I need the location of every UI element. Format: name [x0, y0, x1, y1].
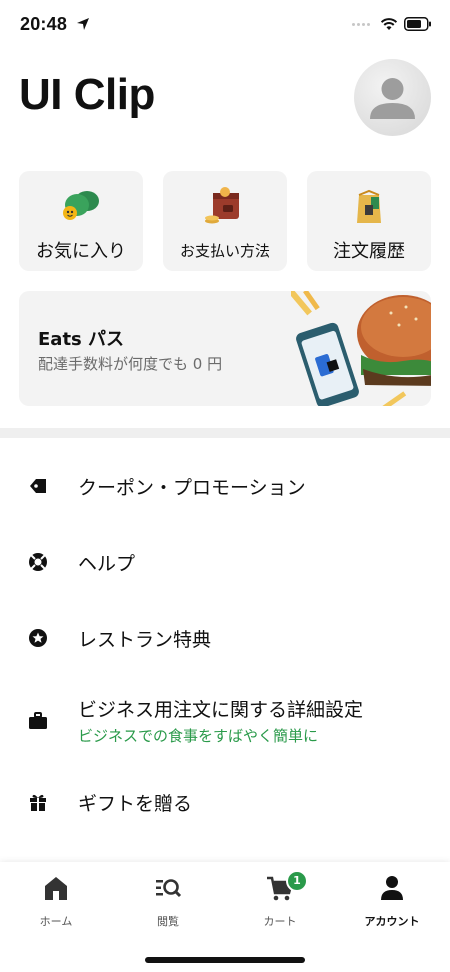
status-bar: 20:48 — [0, 0, 450, 50]
tab-account-label: アカウント — [364, 915, 420, 928]
avatar[interactable] — [354, 59, 431, 136]
tab-cart[interactable]: 1 カート — [224, 870, 336, 930]
account-screen: 20:48 UI Clip お気に入り お支払い方法 注文履歴 Eats パス … — [0, 0, 450, 972]
bottom-tab-bar: ホーム 閲覧 1 カート アカウント — [0, 862, 450, 972]
status-indicators — [352, 17, 432, 31]
payment-methods-label: お支払い方法 — [179, 242, 270, 260]
menu-item-label: クーポン・プロモーション — [78, 477, 306, 499]
menu-item-label: ヘルプ — [78, 553, 136, 575]
location-arrow-icon — [77, 18, 89, 30]
tab-home-label: ホーム — [39, 915, 73, 928]
gift-icon — [30, 794, 46, 811]
tag-icon — [30, 479, 46, 493]
eats-pass-title: Eats パス — [38, 329, 125, 350]
lifebuoy-icon — [29, 553, 47, 571]
menu-item-business[interactable]: ビジネス用注文に関する詳細設定 ビジネスでの食事をすばやく簡単に — [0, 693, 450, 749]
tab-browse[interactable]: 閲覧 — [112, 870, 224, 930]
order-history-tile[interactable]: 注文履歴 — [307, 171, 431, 271]
menu-item-coupons[interactable]: クーポン・プロモーション — [0, 467, 450, 507]
favorites-icon — [63, 191, 99, 220]
tab-account[interactable]: アカウント — [336, 870, 448, 930]
browse-icon — [156, 879, 182, 898]
signal-icon — [352, 22, 370, 26]
menu-item-label: ギフトを贈る — [78, 793, 193, 815]
eats-pass-illustration — [291, 291, 431, 406]
eats-pass-subtitle: 配達手数料が何度でも 0 円 — [38, 355, 223, 373]
tab-browse-label: 閲覧 — [157, 915, 179, 928]
battery-icon — [404, 17, 431, 31]
status-time: 20:48 — [20, 14, 68, 34]
bag-icon — [357, 189, 381, 223]
briefcase-icon — [29, 712, 47, 729]
menu-item-label: ビジネス用注文に関する詳細設定 — [78, 699, 364, 721]
star-badge-icon — [29, 629, 47, 647]
cart-count-badge: 1 — [286, 870, 308, 892]
tab-cart-label: カート — [263, 915, 297, 928]
wallet-icon — [205, 187, 239, 224]
page-title: UI Clip — [19, 70, 155, 119]
menu-item-label: レストラン特典 — [78, 629, 212, 651]
menu-item-help[interactable]: ヘルプ — [0, 543, 450, 583]
wifi-icon — [380, 18, 398, 30]
tab-home[interactable]: ホーム — [0, 870, 112, 930]
menu-item-restaurant-rewards[interactable]: レストラン特典 — [0, 619, 450, 659]
menu-item-sublabel: ビジネスでの食事をすばやく簡単に — [78, 727, 319, 745]
section-divider — [0, 428, 450, 438]
menu-item-gift[interactable]: ギフトを贈る — [0, 783, 450, 823]
order-history-label: 注文履歴 — [333, 241, 405, 262]
profile-silhouette-icon — [370, 78, 415, 119]
favorites-tile[interactable]: お気に入り — [19, 171, 143, 271]
favorites-label: お気に入り — [36, 241, 126, 262]
account-icon — [381, 876, 403, 900]
eats-pass-card[interactable]: Eats パス 配達手数料が何度でも 0 円 — [19, 291, 431, 406]
home-icon — [45, 877, 67, 900]
payment-methods-tile[interactable]: お支払い方法 — [163, 171, 287, 271]
home-indicator[interactable] — [145, 957, 305, 963]
